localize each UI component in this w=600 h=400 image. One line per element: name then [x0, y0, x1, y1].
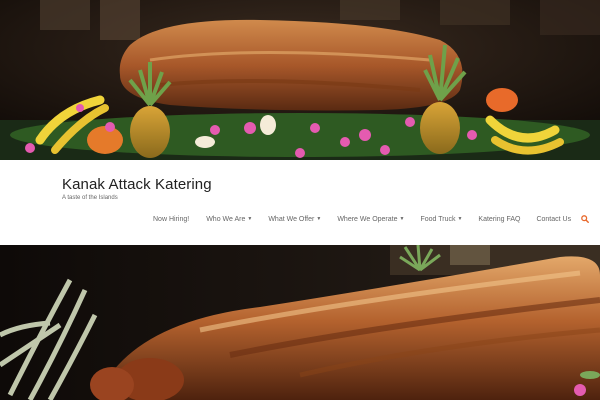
nav-item-label: Now Hiring!: [153, 215, 190, 223]
site-tagline: A taste of the Islands: [62, 195, 118, 201]
nav-item-food-truck[interactable]: Food Truck ▼: [420, 216, 462, 223]
nav-item-katering-faq[interactable]: Katering FAQ: [478, 216, 520, 223]
nav-item-label: What We Offer: [268, 215, 315, 223]
caret-down-icon: ▼: [316, 216, 322, 222]
nav-item-label: Who We Are: [206, 215, 246, 223]
search-icon[interactable]: [581, 215, 589, 223]
nav-item-label: Katering FAQ: [478, 215, 521, 223]
nav-item-label: Contact Us: [536, 215, 572, 223]
nav-item-who-we-are[interactable]: Who We Are ▼: [206, 216, 252, 223]
site-header: Kanak Attack Katering A taste of the Isl…: [0, 160, 600, 245]
caret-down-icon: ▼: [247, 216, 253, 222]
header-banner-image: [0, 0, 600, 160]
main-navigation: Now Hiring! Who We Are ▼ What We Offer ▼…: [153, 213, 589, 225]
roast-pig-buffet-photo: [0, 0, 600, 160]
nav-item-what-we-offer[interactable]: What We Offer ▼: [268, 216, 321, 223]
nav-item-label: Where We Operate: [337, 215, 398, 223]
hero-image: [0, 245, 600, 400]
caret-down-icon: ▼: [457, 216, 463, 222]
nav-item-where-we-operate[interactable]: Where We Operate ▼: [337, 216, 404, 223]
nav-item-label: Food Truck: [420, 215, 456, 223]
nav-item-now-hiring[interactable]: Now Hiring!: [153, 216, 189, 223]
nav-item-contact-us[interactable]: Contact Us: [536, 216, 571, 223]
caret-down-icon: ▼: [399, 216, 405, 222]
site-title[interactable]: Kanak Attack Katering: [62, 176, 212, 193]
roast-pig-closeup-photo: [0, 245, 600, 400]
